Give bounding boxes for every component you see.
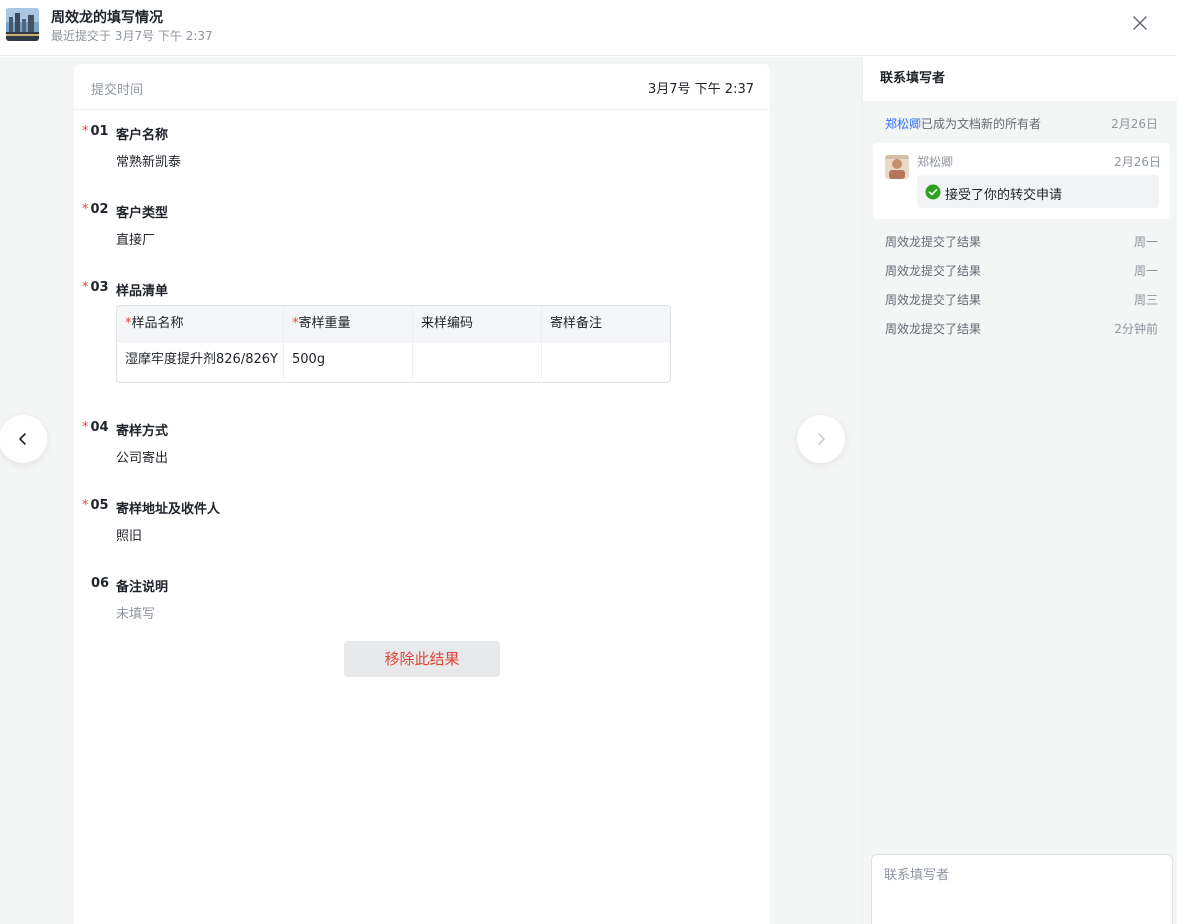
remove-result-button[interactable]: 移除此结果 xyxy=(344,641,500,677)
question-answer: 照旧 xyxy=(116,529,143,544)
question-answer: 常熟新凯泰 xyxy=(116,155,182,170)
activity-item: 周效龙提交了结果 xyxy=(885,293,982,307)
question-answer: 未填写 xyxy=(116,607,156,622)
response-card: 提交时间 3月7号 下午 2:37 * 01 客户名称 常熟新凯泰 * 02 客户类… xyxy=(74,64,770,924)
chevron-left-icon xyxy=(19,433,26,445)
sample-table: *样品名称 *寄样重量 来样编码 寄样备注 湿摩牢度提升剂826/826Y 50… xyxy=(116,305,671,383)
check-circle-icon xyxy=(925,184,941,200)
table-row: 湿摩牢度提升剂826/826Y 500g xyxy=(117,342,670,378)
panel-title: 联系填写者 xyxy=(863,57,1177,101)
question-answer: 直接厂 xyxy=(116,233,156,248)
question-title: 样品清单 xyxy=(116,284,169,299)
required-mark: * xyxy=(82,420,89,435)
ownership-activity: 郑松卿已成为文档新的所有者 xyxy=(885,117,1042,131)
comment-card: 郑松卿 2月26日 接受了你的转交申请 xyxy=(873,143,1170,219)
question-title: 客户类型 xyxy=(116,206,169,221)
question-number: 06 xyxy=(91,576,110,591)
submit-time-row: 提交时间 3月7号 下午 2:37 xyxy=(74,64,770,110)
page-title: 周效龙的填写情况 xyxy=(51,10,163,26)
question-answer: 公司寄出 xyxy=(116,451,169,466)
activity-item: 周效龙提交了结果 xyxy=(885,322,982,336)
last-submitted-text: 最近提交于 3月7号 下午 2:37 xyxy=(51,29,213,43)
response-area: 提交时间 3月7号 下午 2:37 * 01 客户名称 常熟新凯泰 * 02 客户类… xyxy=(0,57,862,924)
column-header: *寄样重量 xyxy=(283,306,412,342)
comment-time: 2月26日 xyxy=(1114,155,1161,169)
prev-response-button[interactable] xyxy=(0,415,47,463)
required-mark: * xyxy=(82,498,89,513)
activity-item: 周效龙提交了结果 xyxy=(885,264,982,278)
column-header: 寄样备注 xyxy=(541,306,670,342)
submit-time-label: 提交时间 xyxy=(91,83,144,98)
question-title: 寄样方式 xyxy=(116,424,169,439)
table-cell: 500g xyxy=(283,342,412,378)
close-icon xyxy=(1133,16,1147,30)
table-header-row: *样品名称 *寄样重量 来样编码 寄样备注 xyxy=(117,306,670,342)
next-response-button[interactable] xyxy=(797,415,845,463)
comment-author: 郑松卿 xyxy=(917,155,954,169)
form-thumbnail xyxy=(6,8,39,41)
activity-time: 周一 xyxy=(1133,264,1158,278)
question-number: * 03 xyxy=(82,280,109,295)
contact-input[interactable] xyxy=(871,854,1173,924)
header: 周效龙的填写情况 最近提交于 3月7号 下午 2:37 xyxy=(0,0,1177,56)
table-cell xyxy=(541,342,670,378)
question-title: 客户名称 xyxy=(116,128,169,143)
activity-time: 周三 xyxy=(1133,293,1158,307)
required-mark: * xyxy=(82,124,89,139)
question-title: 寄样地址及收件人 xyxy=(116,502,221,517)
user-link[interactable]: 郑松卿 xyxy=(885,117,921,131)
question-number: * 01 xyxy=(82,124,109,139)
activity-time: 2月26日 xyxy=(1111,117,1158,131)
required-mark: * xyxy=(82,202,89,217)
close-button[interactable] xyxy=(1129,12,1151,34)
table-cell: 湿摩牢度提升剂826/826Y xyxy=(125,352,278,367)
chevron-right-icon xyxy=(818,433,825,445)
column-header: *样品名称 xyxy=(125,316,184,331)
question-number: * 04 xyxy=(82,420,109,435)
avatar xyxy=(885,155,909,179)
table-cell xyxy=(412,342,541,378)
question-number: * 05 xyxy=(82,498,109,513)
comment-bubble: 接受了你的转交申请 xyxy=(917,175,1159,208)
question-title: 备注说明 xyxy=(116,580,169,595)
activity-time: 周一 xyxy=(1133,235,1158,249)
required-mark: * xyxy=(82,280,89,295)
comment-text: 接受了你的转交申请 xyxy=(945,188,1063,203)
column-header: 来样编码 xyxy=(412,306,541,342)
contact-panel: 联系填写者 郑松卿已成为文档新的所有者 2月26日 郑松卿 2月26日 接受了你… xyxy=(862,57,1177,924)
activity-time: 2分钟前 xyxy=(1114,322,1158,336)
question-number: * 02 xyxy=(82,202,109,217)
activity-item: 周效龙提交了结果 xyxy=(885,235,982,249)
submit-time-value: 3月7号 下午 2:37 xyxy=(648,82,754,97)
